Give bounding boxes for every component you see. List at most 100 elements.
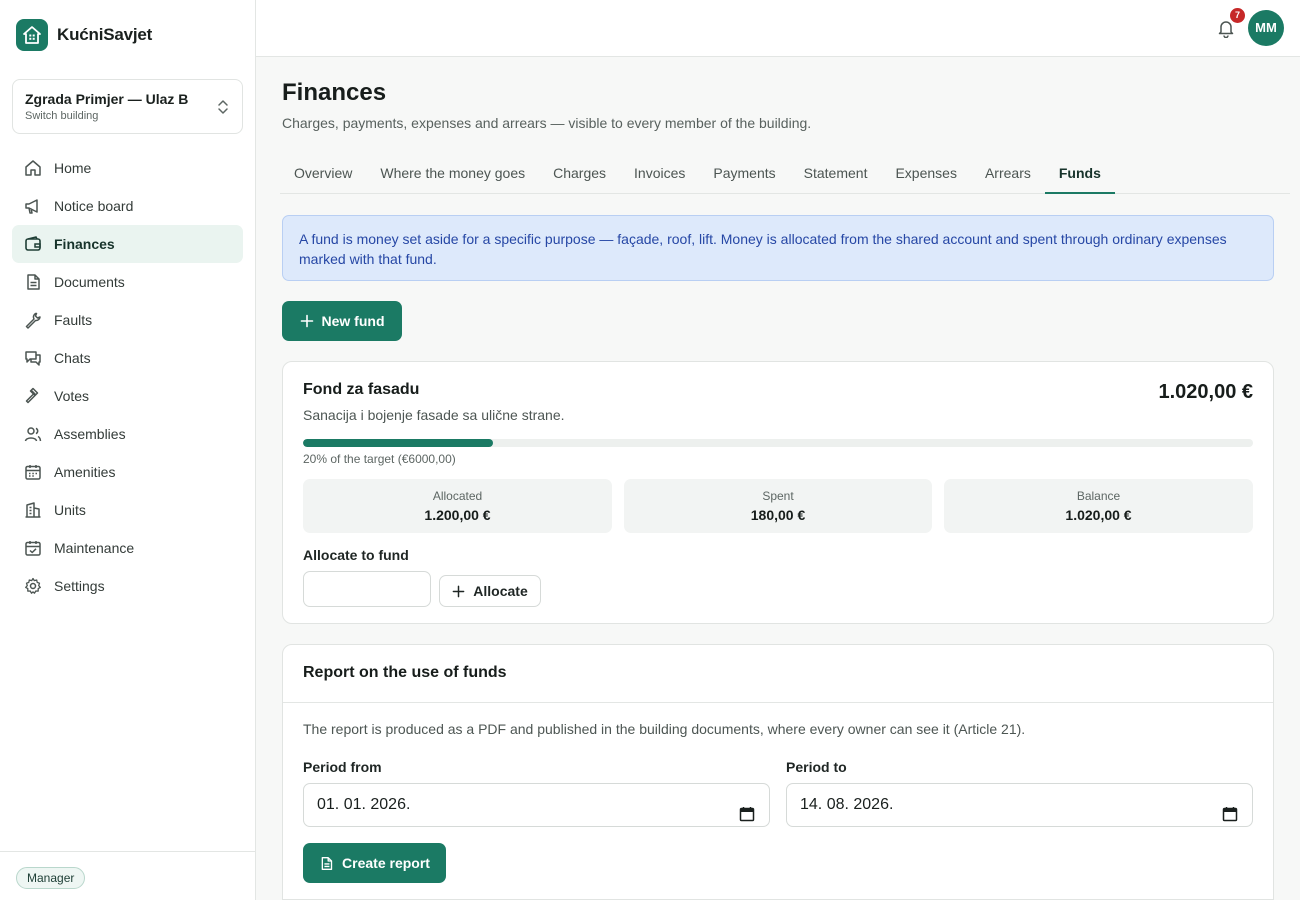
sidebar-item-notice-board[interactable]: Notice board: [12, 187, 243, 225]
tab-charges[interactable]: Charges: [539, 157, 620, 194]
period-from-label: Period from: [303, 759, 382, 775]
create-report-button[interactable]: Create report: [303, 843, 446, 883]
wrench-icon: [25, 312, 41, 329]
sidebar-item-label: Units: [54, 502, 86, 518]
allocate-amount-input[interactable]: [303, 571, 431, 607]
stat-balance: Balance 1.020,00 €: [944, 479, 1253, 533]
sidebar-item-votes[interactable]: Votes: [12, 377, 243, 415]
sidebar-item-label: Home: [54, 160, 92, 176]
building-switcher[interactable]: Zgrada Primjer — Ulaz B Switch building: [12, 79, 243, 134]
funds-info-banner: A fund is money set aside for a specific…: [282, 215, 1274, 281]
fund-name: Fond za fasadu: [303, 381, 420, 398]
document-icon: [321, 856, 333, 870]
create-report-label: Create report: [342, 855, 430, 871]
period-to-label: Period to: [786, 759, 847, 775]
document-icon: [27, 274, 40, 290]
building-name: Zgrada Primjer — Ulaz B: [25, 91, 189, 107]
sidebar-item-label: Amenities: [54, 464, 116, 480]
sidebar-item-finances[interactable]: Finances: [12, 225, 243, 263]
period-to-input[interactable]: 14. 08. 2026.: [786, 783, 1253, 827]
switch-building-label: Switch building: [25, 110, 99, 122]
fund-progress-label: 20% of the target (€6000,00): [303, 452, 456, 466]
users-icon: [24, 427, 42, 442]
period-from-input[interactable]: 01. 01. 2026.: [303, 783, 770, 827]
stat-label: Balance: [1076, 489, 1121, 503]
chevron-up-down-icon: [217, 98, 229, 121]
page-title: Finances: [282, 79, 387, 106]
user-avatar[interactable]: MM: [1248, 10, 1284, 46]
sidebar-item-label: Faults: [54, 312, 93, 328]
stat-value: 180,00 €: [750, 507, 806, 523]
plus-icon: [300, 314, 313, 328]
fund-balance: 1.020,00 €: [1158, 381, 1253, 403]
topbar: 7 MM: [256, 0, 1300, 57]
tab-arrears[interactable]: Arrears: [971, 157, 1045, 194]
new-fund-button[interactable]: New fund: [282, 301, 402, 341]
logo-house-icon: [16, 19, 48, 51]
tab-invoices[interactable]: Invoices: [620, 157, 699, 194]
sidebar-item-units[interactable]: Units: [12, 491, 243, 529]
sidebar-item-chats[interactable]: Chats: [12, 339, 243, 377]
tab-payments[interactable]: Payments: [699, 157, 789, 194]
gavel-icon: [25, 387, 39, 404]
new-fund-label: New fund: [321, 313, 385, 329]
sidebar-nav: Home Notice board Finances Documents Fau…: [12, 149, 243, 605]
tab-overview[interactable]: Overview: [280, 157, 366, 194]
finance-tabs: Overview Where the money goes Charges In…: [280, 157, 1290, 194]
stat-value: 1.200,00 €: [424, 507, 491, 523]
gear-icon: [25, 577, 41, 594]
brand-name: KućniSavjet: [57, 25, 153, 44]
tab-statement[interactable]: Statement: [790, 157, 882, 194]
sidebar-item-settings[interactable]: Settings: [12, 567, 243, 605]
funds-report-card: Report on the use of funds The report is…: [282, 644, 1274, 900]
sidebar-item-label: Finances: [54, 236, 115, 252]
building-icon: [25, 502, 41, 518]
report-title: Report on the use of funds: [303, 664, 507, 681]
chat-icon: [25, 351, 41, 366]
sidebar-item-home[interactable]: Home: [12, 149, 243, 187]
sidebar-item-documents[interactable]: Documents: [12, 263, 243, 301]
period-from-value: 01. 01. 2026.: [317, 796, 411, 813]
sidebar: KućniSavjet Zgrada Primjer — Ulaz B Swit…: [0, 0, 256, 900]
sidebar-item-assemblies[interactable]: Assemblies: [12, 415, 243, 453]
sidebar-footer: Manager: [0, 851, 255, 900]
brand[interactable]: KućniSavjet: [16, 19, 152, 51]
calendar-icon: [25, 465, 41, 480]
allocate-button[interactable]: Allocate: [439, 575, 541, 607]
report-description: The report is produced as a PDF and publ…: [303, 721, 1026, 737]
divider: [283, 702, 1273, 703]
sidebar-item-label: Chats: [54, 350, 91, 366]
tab-expenses[interactable]: Expenses: [881, 157, 970, 194]
calendar-icon[interactable]: [1222, 797, 1238, 839]
calendar-icon[interactable]: [739, 797, 755, 839]
allocate-label: Allocate to fund: [303, 547, 409, 563]
fund-description: Sanacija i bojenje fasade sa ulične stra…: [303, 407, 565, 423]
fund-card: Fond za fasadu 1.020,00 € Sanacija i boj…: [282, 361, 1274, 624]
sidebar-item-label: Settings: [54, 578, 105, 594]
tab-where-the-money-goes[interactable]: Where the money goes: [366, 157, 539, 194]
sidebar-item-label: Notice board: [54, 198, 134, 214]
sidebar-item-label: Documents: [54, 274, 125, 290]
sidebar-item-faults[interactable]: Faults: [12, 301, 243, 339]
stat-value: 1.020,00 €: [1065, 507, 1132, 523]
stat-spent: Spent 180,00 €: [624, 479, 932, 533]
tab-funds[interactable]: Funds: [1044, 157, 1115, 194]
home-icon: [25, 160, 41, 176]
wallet-icon: [25, 236, 41, 251]
sidebar-item-amenities[interactable]: Amenities: [12, 453, 243, 491]
fund-progress-bar: [303, 439, 1253, 447]
role-badge: Manager: [16, 867, 86, 889]
megaphone-icon: [25, 199, 38, 214]
fund-progress-fill: [303, 439, 493, 447]
main-content: Finances Charges, payments, expenses and…: [256, 57, 1300, 900]
allocate-button-label: Allocate: [473, 583, 528, 599]
stat-label: Spent: [762, 489, 794, 503]
notification-count-badge: 7: [1230, 8, 1245, 23]
sidebar-item-label: Votes: [54, 388, 90, 404]
stat-allocated: Allocated 1.200,00 €: [303, 479, 612, 533]
period-to-value: 14. 08. 2026.: [800, 796, 894, 813]
sidebar-item-label: Maintenance: [54, 540, 135, 556]
page-description: Charges, payments, expenses and arrears …: [282, 115, 812, 131]
calendar-check-icon: [25, 541, 41, 556]
sidebar-item-maintenance[interactable]: Maintenance: [12, 529, 243, 567]
